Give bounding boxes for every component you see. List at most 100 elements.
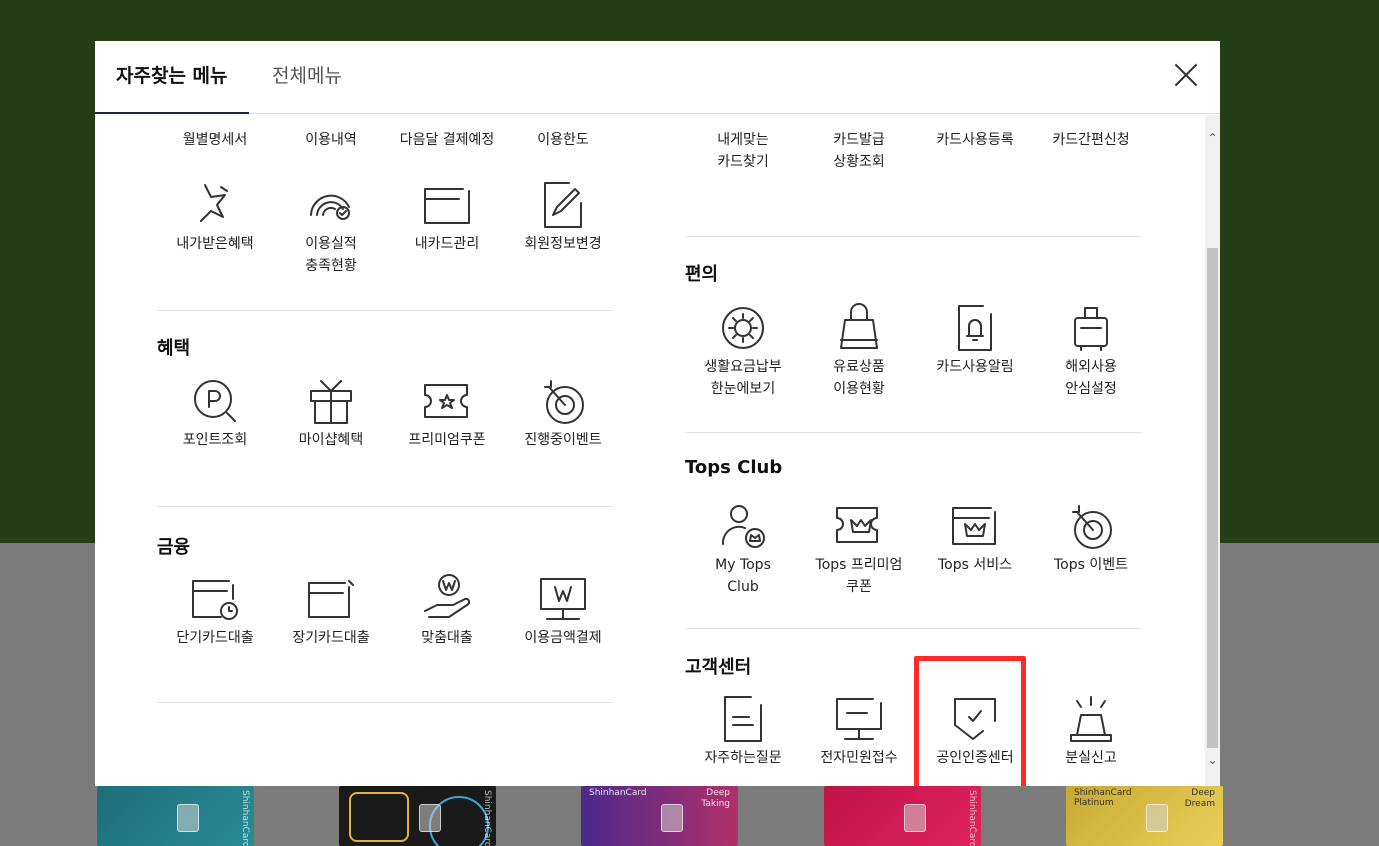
menu-item-label: 이용한도 (537, 132, 589, 148)
card-thumb-3[interactable]: ShinhanCard Deep Taking (581, 786, 738, 846)
coupon-crown-icon (836, 507, 878, 543)
card-name: Deep Dream (1184, 788, 1215, 809)
menu-item-monthly-statement[interactable]: 월별명세서 (157, 129, 273, 151)
menu-item-tops-event[interactable]: Tops 이벤트 (1033, 498, 1149, 576)
gear-sun-icon (722, 307, 764, 349)
tab-favorites[interactable]: 자주찾는 메뉴 (95, 41, 249, 114)
menu-item-label: 카드간편신청 (1052, 132, 1130, 148)
menu-item-card-alert[interactable]: 카드사용알림 (917, 300, 1033, 378)
menu-item-utility-bills[interactable]: 생활요금납부 한눈에보기 (685, 300, 801, 400)
scroll-up-icon[interactable]: ⌃ (1206, 131, 1219, 145)
document-edit-icon (544, 182, 582, 228)
target-dart-icon (544, 380, 584, 424)
menu-item-label: 카드발급 상황조회 (833, 132, 885, 170)
folder-arrow-icon (308, 580, 354, 618)
gauge-check-icon (310, 194, 350, 220)
menu-item-member-info[interactable]: 회원정보변경 (505, 177, 621, 255)
menu-item-label: 진행중이벤트 (524, 432, 602, 448)
menu-item-label: 유료상품 이용현황 (833, 359, 885, 397)
menu-item-label: 해외사용 안심설정 (1065, 359, 1117, 397)
menu-item-easy-apply[interactable]: 카드간편신청 (1033, 129, 1149, 151)
menu-item-my-benefits[interactable]: 내가받은혜택 (157, 177, 273, 255)
scrollbar-thumb[interactable] (1207, 248, 1218, 748)
menu-item-ongoing-event[interactable]: 진행중이벤트 (505, 373, 621, 451)
card-thumb-5[interactable]: ShinhanCard Platinum Deep Dream (1066, 786, 1223, 846)
menu-item-label: 장기카드대출 (292, 630, 370, 646)
menu-item-label: My Tops Club (715, 557, 771, 595)
scroll-down-icon[interactable]: ⌄ (1206, 753, 1219, 767)
card-pattern (349, 792, 409, 842)
menu-scroll-area[interactable]: 월별명세서 이용내역 다음달 결제예정 이용한도 내가받은혜택 이용실적 충족현… (95, 115, 1220, 786)
star-hand-icon (200, 184, 228, 222)
menu-item-label: 월별명세서 (182, 132, 248, 148)
card-brand: ShinhanCard Platinum (1074, 788, 1132, 808)
card-brand-vertical: ShinhanCard (240, 790, 250, 846)
card-thumb-2[interactable]: ShinhanCard (339, 786, 496, 846)
coupon-star-icon (424, 384, 468, 418)
menu-item-loss-report[interactable]: 분실신고 (1033, 691, 1149, 769)
menu-item-label: 다음달 결제예정 (399, 132, 495, 148)
card-chip-icon (1146, 804, 1168, 832)
menu-item-e-complaint[interactable]: 전자민원접수 (801, 691, 917, 769)
menu-item-paid-products[interactable]: 유료상품 이용현황 (801, 300, 917, 400)
card-thumb-4[interactable]: ShinhanCard (824, 786, 981, 846)
document-lines-icon (724, 696, 762, 742)
menu-item-find-card[interactable]: 내게맞는 카드찾기 (685, 129, 801, 173)
menu-item-my-tops-club[interactable]: My Tops Club (685, 498, 801, 598)
menu-item-long-term-loan[interactable]: 장기카드대출 (273, 571, 389, 649)
folder-clock-icon (192, 580, 238, 620)
section-title-convenience: 편의 (685, 264, 719, 285)
menu-item-label: 자주하는질문 (704, 750, 782, 766)
modal-tabs: 자주찾는 메뉴 전체메뉴 (95, 41, 1220, 114)
menu-item-tops-service[interactable]: Tops 서비스 (917, 498, 1033, 576)
menu-item-tops-premium-coupon[interactable]: Tops 프리미엄 쿠폰 (801, 498, 917, 598)
menu-item-myshop-benefit[interactable]: 마이샵혜택 (273, 373, 389, 451)
menu-item-overseas-safe[interactable]: 해외사용 안심설정 (1033, 300, 1149, 400)
menu-item-label: 내카드관리 (414, 236, 480, 252)
card-name: Deep Taking (701, 788, 730, 809)
menu-item-label: 회원정보변경 (524, 236, 602, 252)
section-title-finance: 금융 (157, 537, 191, 558)
gift-box-icon (310, 380, 352, 424)
point-search-icon (194, 380, 236, 422)
menu-item-short-term-loan[interactable]: 단기카드대출 (157, 571, 273, 649)
siren-icon (1070, 696, 1112, 742)
card-brand-vertical: ShinhanCard (482, 790, 492, 846)
menu-item-my-card-manage[interactable]: 내카드관리 (389, 177, 505, 255)
menu-item-point-check[interactable]: 포인트조회 (157, 373, 273, 451)
menu-item-certificate-center[interactable]: 공인인증센터 (917, 691, 1033, 769)
menu-item-label: 공인인증센터 (936, 750, 1014, 766)
section-divider (157, 506, 613, 507)
menu-item-card-register[interactable]: 카드사용등록 (917, 129, 1033, 151)
menu-item-label: 포인트조회 (182, 432, 248, 448)
menu-item-issue-status[interactable]: 카드발급 상황조회 (801, 129, 917, 173)
close-icon[interactable] (1172, 61, 1200, 89)
monitor-dash-icon (836, 698, 882, 740)
user-crown-icon (721, 505, 765, 548)
menu-item-label: Tops 프리미엄 쿠폰 (815, 557, 903, 595)
menu-item-payment[interactable]: 이용금액결제 (505, 571, 621, 649)
menu-item-premium-coupon[interactable]: 프리미엄쿠폰 (389, 373, 505, 451)
section-divider (685, 236, 1141, 237)
menu-modal: 자주찾는 메뉴 전체메뉴 월별명세서 이용내역 다음달 결제예정 이용한도 내가… (95, 41, 1220, 786)
luggage-icon (1074, 307, 1108, 351)
menu-item-usage-limit[interactable]: 이용한도 (505, 129, 621, 151)
menu-item-label: 이용내역 (305, 132, 357, 148)
bell-document-icon (958, 305, 992, 351)
tab-all-menu[interactable]: 전체메뉴 (251, 41, 363, 114)
monitor-won-icon (540, 578, 586, 620)
card-brand: ShinhanCard (589, 788, 647, 798)
menu-item-next-payment[interactable]: 다음달 결제예정 (389, 129, 505, 151)
menu-item-label: 카드사용알림 (936, 359, 1014, 375)
card-chip-icon (177, 804, 199, 832)
card-folder-icon (424, 188, 470, 224)
card-thumb-1[interactable]: ShinhanCard (97, 786, 254, 846)
menu-item-custom-loan[interactable]: 맞춤대출 (389, 571, 505, 649)
menu-item-faq[interactable]: 자주하는질문 (685, 691, 801, 769)
scrollbar[interactable]: ⌃ ⌄ (1205, 115, 1220, 786)
section-divider (157, 310, 613, 311)
hand-won-icon (424, 574, 471, 618)
section-title-benefit: 혜택 (157, 338, 191, 359)
menu-item-usage-performance[interactable]: 이용실적 충족현황 (273, 177, 389, 277)
menu-item-usage-history[interactable]: 이용내역 (273, 129, 389, 151)
